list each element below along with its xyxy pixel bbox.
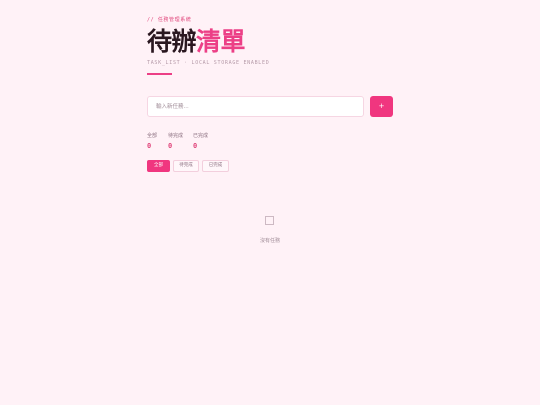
filter-all-button[interactable]: 全部	[147, 160, 170, 172]
filter-bar: 全部 待完成 已完成	[147, 160, 307, 172]
stats-panel: 全部 0 待完成 0 已完成 0	[147, 132, 267, 152]
stat-done-value: 0	[193, 142, 198, 150]
stat-pending-value: 0	[168, 142, 173, 150]
stat-done-label: 已完成	[193, 133, 209, 139]
stat-total-label: 全部	[147, 133, 158, 139]
page-title: 待辦清單	[147, 26, 246, 58]
stat-done: 已完成 0	[193, 132, 208, 150]
todo-app: // 任務管理系統 待辦清單 TASK_LIST · LOCAL STORAGE…	[147, 0, 393, 405]
eyebrow-label: // 任務管理系統	[147, 17, 192, 23]
stat-total: 全部 0	[147, 132, 157, 150]
stat-pending-label: 待完成	[168, 133, 184, 139]
task-input[interactable]	[147, 96, 364, 117]
title-accent-part: 清單	[196, 27, 246, 56]
add-task-button[interactable]: +	[370, 96, 393, 117]
empty-state-text: 沒有任務	[259, 238, 280, 244]
stat-total-value: 0	[147, 142, 152, 150]
empty-box-icon	[265, 216, 274, 225]
filter-pending-button[interactable]: 待完成	[173, 160, 199, 172]
filter-done-button[interactable]: 已完成	[202, 160, 229, 172]
add-task-row: +	[147, 96, 393, 117]
title-dark-part: 待辦	[147, 27, 197, 56]
title-underline	[147, 73, 172, 75]
stat-pending: 待完成 0	[168, 132, 183, 150]
page-subtitle: TASK_LIST · LOCAL STORAGE ENABLED	[147, 60, 270, 66]
